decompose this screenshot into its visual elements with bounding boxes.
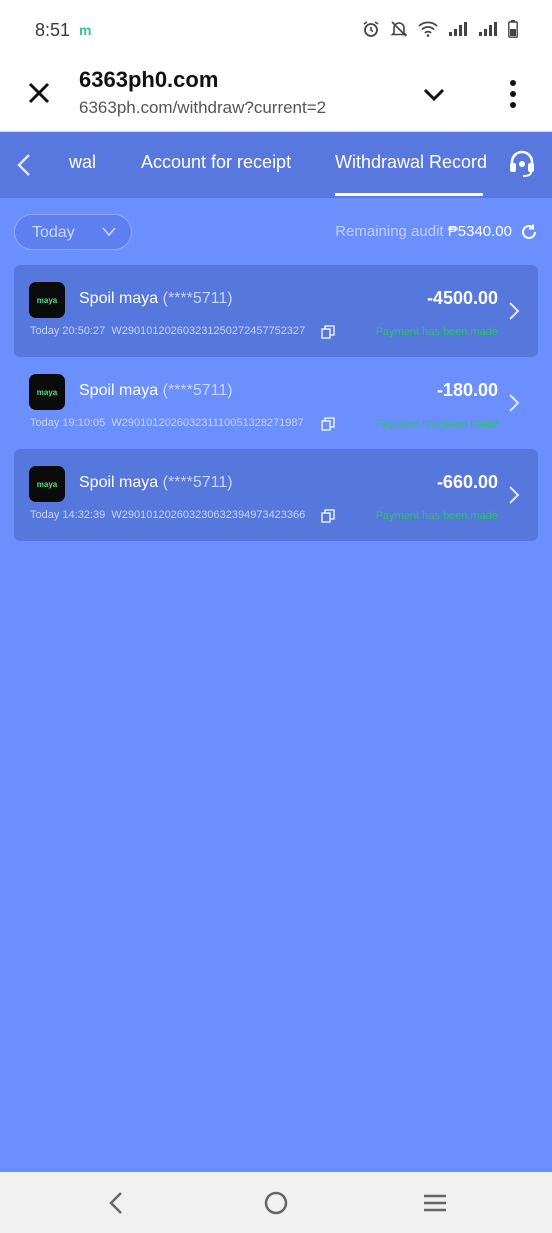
nav-home-icon[interactable]: [263, 1190, 289, 1216]
chevron-right-icon: [509, 486, 520, 504]
headset-support-icon[interactable]: [507, 148, 537, 178]
back-arrow-icon[interactable]: [14, 152, 34, 178]
record-order-id: W290101202603231110051328271987: [111, 417, 304, 429]
record-status: Payment has been made: [375, 326, 498, 338]
record-status: Payment has been made: [375, 510, 498, 522]
chevron-down-icon: [102, 227, 116, 237]
more-options-icon[interactable]: [503, 78, 523, 110]
record-amount: -180.00: [436, 380, 498, 400]
record-meta: Today 20:50:27 W290101202603231250272457…: [30, 325, 305, 337]
maya-logo-text: maya: [36, 295, 58, 305]
record-status: Payment has been made: [375, 418, 498, 430]
date-filter-select[interactable]: Today: [14, 214, 132, 250]
refresh-icon[interactable]: [520, 223, 538, 241]
record-account: (****5711): [162, 290, 233, 307]
chevron-right-icon: [509, 394, 520, 412]
remaining-audit-amount: ₱5340.00: [447, 223, 512, 240]
status-bar: 8:51 m: [0, 0, 552, 62]
tab-account-for-receipt[interactable]: Account for receipt: [141, 152, 291, 173]
copy-icon[interactable]: [321, 325, 335, 339]
tab-withdrawal-record[interactable]: Withdrawal Record: [335, 152, 487, 173]
url-text[interactable]: 6363ph.com/withdraw?current=2: [79, 98, 326, 118]
battery-icon: [508, 20, 518, 38]
record-time: Today 19:10:05: [30, 417, 106, 429]
app-indicator-icon: m: [79, 22, 92, 38]
withdrawal-record-item[interactable]: maya Spoil maya (****5711) -660.00 Today…: [14, 449, 538, 541]
chevron-right-icon: [509, 302, 520, 320]
nav-recents-icon[interactable]: [422, 1190, 448, 1216]
record-name: Spoil maya (****5711): [79, 382, 233, 400]
signal-icon: [479, 22, 497, 36]
wifi-icon: [418, 21, 438, 37]
record-bank-name: Spoil maya: [79, 290, 159, 307]
withdrawal-record-item[interactable]: maya Spoil maya (****5711) -4500.00 Toda…: [14, 265, 538, 357]
record-time: Today 14:32:39: [30, 509, 106, 521]
signal-icon: [449, 22, 467, 36]
browser-bar: 6363ph0.com 6363ph.com/withdraw?current=…: [0, 62, 552, 132]
close-icon[interactable]: [24, 78, 54, 108]
alarm-icon: [363, 21, 379, 37]
copy-icon[interactable]: [321, 509, 335, 523]
record-bank-name: Spoil maya: [79, 382, 159, 399]
maya-logo-text: maya: [36, 479, 58, 489]
status-time: 8:51: [35, 20, 71, 40]
record-account: (****5711): [162, 474, 233, 491]
record-name: Spoil maya (****5711): [79, 474, 233, 492]
status-icons: [362, 20, 518, 38]
remaining-audit: Remaining audit ₱5340.00: [335, 223, 512, 240]
record-time: Today 20:50:27: [30, 325, 106, 337]
copy-icon[interactable]: [321, 417, 335, 431]
maya-logo: maya: [29, 466, 65, 502]
page-title: 6363ph0.com: [79, 67, 219, 92]
date-filter-value: Today: [32, 224, 75, 241]
nav-back-icon[interactable]: [104, 1190, 130, 1216]
maya-logo-text: maya: [36, 387, 58, 397]
record-account: (****5711): [162, 382, 233, 399]
record-meta: Today 19:10:05 W290101202603231110051328…: [30, 417, 304, 429]
maya-logo: maya: [29, 282, 65, 318]
record-name: Spoil maya (****5711): [79, 290, 233, 308]
record-bank-name: Spoil maya: [79, 474, 159, 491]
system-nav-bar: [0, 1172, 552, 1233]
tab-bar: wal Account for receipt Withdrawal Recor…: [0, 132, 552, 198]
record-order-id: W290101202603231250272457752327: [111, 325, 306, 337]
record-amount: -660.00: [436, 472, 498, 492]
chevron-down-icon[interactable]: [420, 80, 448, 108]
active-tab-indicator: [335, 193, 483, 196]
withdrawal-record-item[interactable]: maya Spoil maya (****5711) -180.00 Today…: [14, 357, 538, 449]
mute-icon: [390, 21, 408, 37]
remaining-audit-label: Remaining audit: [335, 223, 444, 240]
maya-logo: maya: [29, 374, 65, 410]
record-meta: Today 14:32:39 W290101202603230632394973…: [30, 509, 305, 521]
record-order-id: W290101202603230632394973423366: [111, 509, 306, 521]
tab-withdrawal[interactable]: wal: [69, 152, 96, 173]
record-amount: -4500.00: [426, 288, 498, 308]
